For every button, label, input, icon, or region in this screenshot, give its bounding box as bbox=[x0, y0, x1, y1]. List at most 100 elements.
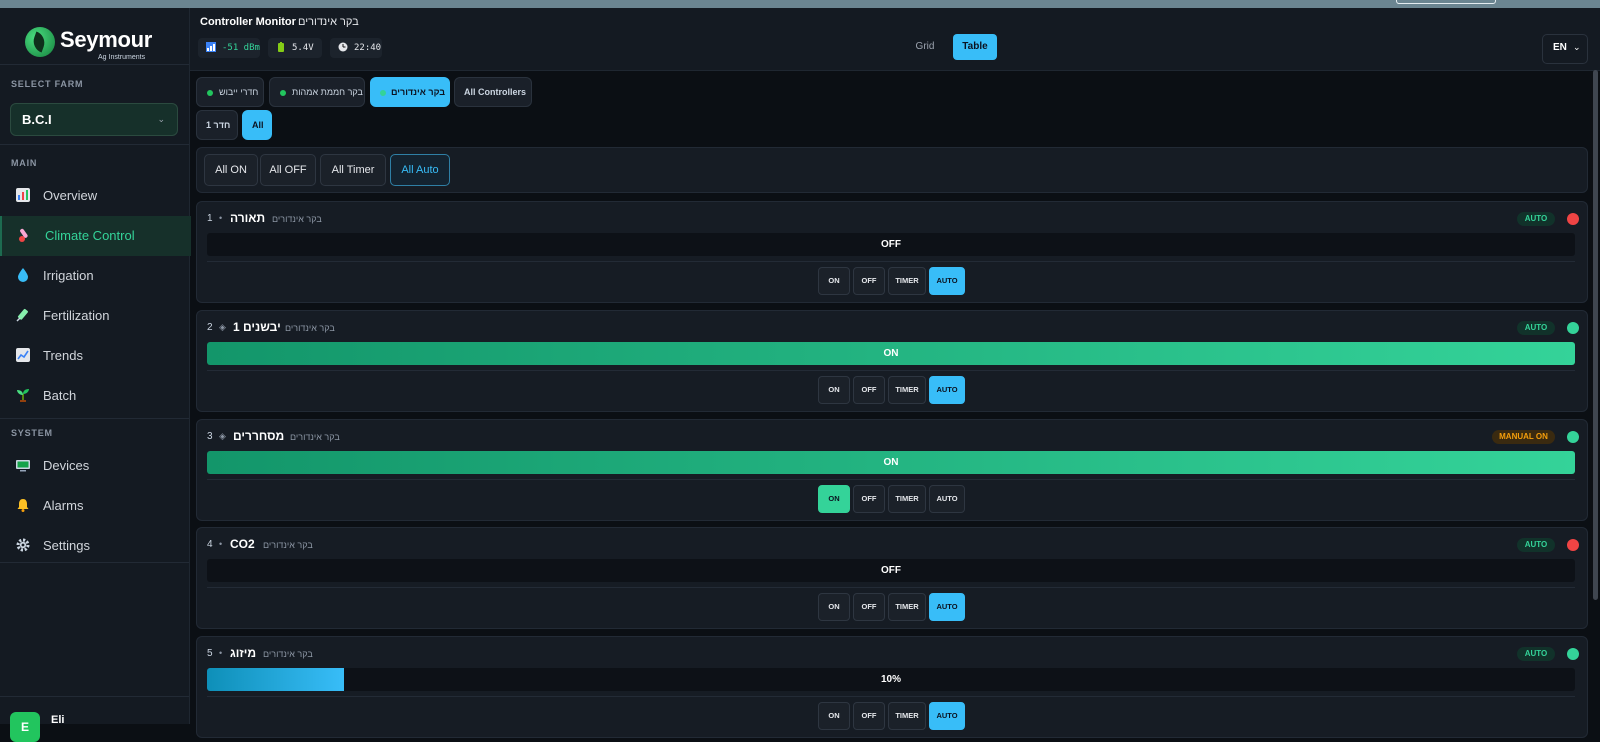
controller-source: בקר אינדורים bbox=[285, 323, 335, 333]
sidebar-item-label: Devices bbox=[43, 458, 90, 473]
language-select[interactable]: EN ⌄ bbox=[1542, 34, 1588, 64]
sidebar-item-overview[interactable]: Overview bbox=[0, 176, 189, 216]
state-label: 10% bbox=[880, 674, 901, 685]
state-bar: OFF bbox=[207, 233, 1575, 256]
tab-label: בקר חממת אמהות bbox=[292, 87, 363, 97]
mode-off-button[interactable]: OFF bbox=[853, 593, 885, 621]
mode-badge: MANUAL ON bbox=[1492, 430, 1555, 444]
separator-dot: • bbox=[219, 213, 223, 223]
sidebar-item-label: Climate Control bbox=[45, 228, 135, 243]
page-title: Controller Monitor bbox=[200, 16, 296, 28]
mode-badge: AUTO bbox=[1517, 538, 1555, 552]
status-dot bbox=[380, 90, 386, 96]
card-divider bbox=[207, 261, 1575, 262]
all-on-button[interactable]: All ON bbox=[204, 154, 258, 186]
controller-name: תאורה bbox=[230, 211, 266, 225]
signal-value: -51 dBm bbox=[222, 43, 260, 53]
view-table-button[interactable]: Table bbox=[953, 34, 997, 60]
mode-on-button[interactable]: ON bbox=[818, 376, 850, 404]
time-value: 22:40 bbox=[354, 43, 382, 53]
sidebar-item-devices[interactable]: Devices bbox=[0, 446, 189, 486]
mode-off-button[interactable]: OFF bbox=[853, 376, 885, 404]
mode-timer-button[interactable]: TIMER bbox=[888, 267, 926, 295]
tab-label: All bbox=[252, 120, 264, 130]
sidebar-divider bbox=[0, 144, 189, 145]
controller-card: 3 ◈ מסחררים בקר אינדורים MANUAL ON ON ON… bbox=[196, 419, 1588, 521]
leaf-logo-icon bbox=[25, 27, 55, 57]
sidebar-item-climate-control[interactable]: Climate Control bbox=[0, 216, 191, 256]
language-value: EN bbox=[1553, 42, 1567, 53]
controller-name: CO2 bbox=[230, 537, 255, 551]
state-label: ON bbox=[883, 457, 899, 468]
brand-name: Seymour bbox=[60, 27, 153, 52]
mode-auto-button[interactable]: AUTO bbox=[929, 267, 965, 295]
view-grid-button[interactable]: Grid bbox=[905, 34, 945, 60]
mode-on-button[interactable]: ON bbox=[818, 702, 850, 730]
tab-controller-mother-greenhouse[interactable]: בקר חממת אמהות bbox=[269, 77, 365, 107]
all-timer-button[interactable]: All Timer bbox=[320, 154, 386, 186]
farm-select[interactable]: B.C.I ⌄ bbox=[10, 103, 178, 136]
controller-source: בקר אינדורים bbox=[263, 649, 313, 659]
state-label: OFF bbox=[881, 239, 901, 250]
time-stat: 22:40 bbox=[330, 38, 382, 58]
mode-on-button[interactable]: ON bbox=[818, 485, 850, 513]
monitor-icon bbox=[14, 457, 32, 475]
signal-icon bbox=[206, 42, 216, 52]
sidebar-item-irrigation[interactable]: Irrigation bbox=[0, 256, 189, 296]
controller-number: 1 bbox=[207, 213, 213, 224]
sidebar-item-trends[interactable]: Trends bbox=[0, 336, 189, 376]
mode-badge: AUTO bbox=[1517, 321, 1555, 335]
brand-logo[interactable]: Seymour Ag Instruments bbox=[25, 23, 185, 63]
tab-all-controllers[interactable]: All Controllers bbox=[454, 77, 532, 107]
farm-label: SELECT FARM bbox=[11, 79, 84, 89]
controller-source: בקר אינדורים bbox=[263, 540, 313, 550]
mode-timer-button[interactable]: TIMER bbox=[888, 376, 926, 404]
all-off-button[interactable]: All OFF bbox=[260, 154, 316, 186]
sidebar-item-label: Irrigation bbox=[43, 268, 94, 283]
avatar[interactable]: E bbox=[10, 712, 40, 742]
tab-room-1[interactable]: חדר 1 bbox=[196, 110, 238, 140]
gear-icon bbox=[14, 537, 32, 555]
status-dot bbox=[280, 90, 286, 96]
status-dot bbox=[207, 90, 213, 96]
tab-room-all[interactable]: All bbox=[242, 110, 272, 140]
sidebar-item-settings[interactable]: Settings bbox=[0, 526, 189, 566]
status-indicator bbox=[1567, 648, 1579, 660]
mode-auto-button[interactable]: AUTO bbox=[929, 485, 965, 513]
sidebar-item-fertilization[interactable]: Fertilization bbox=[0, 296, 189, 336]
sidebar-divider bbox=[0, 418, 189, 419]
mode-auto-button[interactable]: AUTO bbox=[929, 702, 965, 730]
sidebar-item-batch[interactable]: Batch bbox=[0, 376, 189, 416]
mode-auto-button[interactable]: AUTO bbox=[929, 376, 965, 404]
sidebar-item-label: Settings bbox=[43, 538, 90, 553]
mode-timer-button[interactable]: TIMER bbox=[888, 593, 926, 621]
sidebar-item-label: Batch bbox=[43, 388, 77, 403]
mode-on-button[interactable]: ON bbox=[818, 593, 850, 621]
card-divider bbox=[207, 587, 1575, 588]
scrollbar-thumb[interactable] bbox=[1593, 70, 1598, 600]
mode-auto-button[interactable]: AUTO bbox=[929, 593, 965, 621]
mode-off-button[interactable]: OFF bbox=[853, 267, 885, 295]
sidebar-divider bbox=[0, 562, 189, 563]
mode-off-button[interactable]: OFF bbox=[853, 485, 885, 513]
syringe-icon bbox=[14, 307, 32, 325]
voltage-stat: 5.4V bbox=[268, 38, 322, 58]
user-name: Eli bbox=[51, 714, 65, 726]
mode-off-button[interactable]: OFF bbox=[853, 702, 885, 730]
tab-label: All Controllers bbox=[464, 87, 527, 97]
sidebar: Seymour Ag Instruments SELECT FARM B.C.I… bbox=[0, 8, 191, 724]
sidebar-divider bbox=[0, 696, 189, 697]
mode-timer-button[interactable]: TIMER bbox=[888, 702, 926, 730]
tab-controller-indoors[interactable]: בקר אינדורים bbox=[370, 77, 450, 107]
clock-icon bbox=[338, 42, 348, 52]
sidebar-item-alarms[interactable]: Alarms bbox=[0, 486, 189, 526]
tab-controller-drying-rooms[interactable]: חדרי ייבוש bbox=[196, 77, 264, 107]
state-bar: ON bbox=[207, 342, 1575, 365]
brand-tagline: Ag Instruments bbox=[98, 54, 146, 61]
mode-timer-button[interactable]: TIMER bbox=[888, 485, 926, 513]
all-auto-button[interactable]: All Auto bbox=[390, 154, 450, 186]
sidebar-divider bbox=[0, 64, 189, 65]
controller-card: 4 • CO2 בקר אינדורים AUTO OFF ON OFF TIM… bbox=[196, 527, 1588, 629]
mode-on-button[interactable]: ON bbox=[818, 267, 850, 295]
status-indicator bbox=[1567, 431, 1579, 443]
